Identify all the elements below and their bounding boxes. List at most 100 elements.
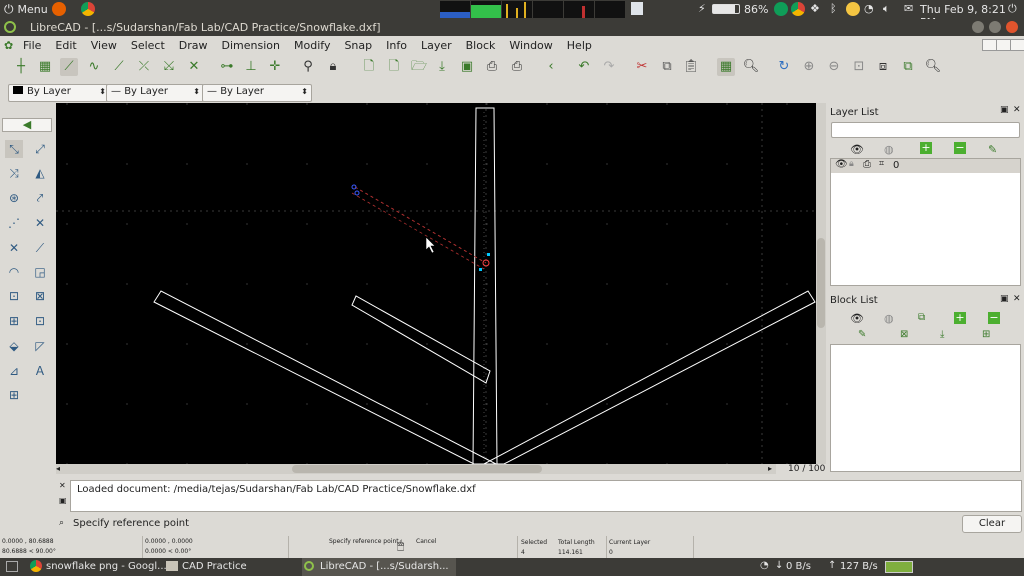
zoom-auto-icon[interactable]: ⊡ [850, 58, 868, 76]
vertical-scrollbar[interactable] [816, 103, 826, 464]
bluetooth-icon[interactable]: ᛒ [830, 2, 837, 15]
snap-middle-icon[interactable]: ⤫ [135, 58, 153, 76]
explode-icon[interactable]: ⬙ [5, 337, 23, 355]
save-as-icon[interactable]: ▣ [458, 58, 476, 76]
add-layer-icon[interactable]: + [920, 142, 932, 154]
snap-intersection-icon[interactable]: ✕ [185, 58, 203, 76]
bevel-icon[interactable]: ⋰ [5, 214, 23, 232]
paste-icon[interactable]: 📋︎ [682, 58, 700, 76]
copy-icon[interactable]: ⧉ [658, 58, 676, 76]
shutdown-icon[interactable]: ⏻ [1008, 2, 1017, 16]
redo-icon[interactable]: ↷ [600, 58, 618, 76]
chrome-tray-icon[interactable] [791, 2, 805, 16]
mirror-icon[interactable]: ◭ [31, 164, 49, 182]
chrome-icon[interactable] [81, 2, 95, 16]
taskbar-item-files[interactable]: CAD Practice [164, 558, 318, 576]
trim-icon[interactable]: ✕ [31, 214, 49, 232]
menu-snap[interactable]: Snap [337, 39, 379, 52]
menu-info[interactable]: Info [379, 39, 414, 52]
close-window-button[interactable] [1006, 21, 1018, 33]
layer-row[interactable]: 👁︎ 🔒︎ ⎙ ⌗ 0 [831, 159, 1020, 173]
zoom-out-icon[interactable]: ⊖ [825, 58, 843, 76]
hide-all-blocks-icon[interactable]: ◍ [884, 312, 894, 325]
select-entity-icon[interactable]: ⤡ [5, 140, 23, 158]
snap-distance-icon[interactable]: ⤩ [160, 58, 178, 76]
mdi-close-button[interactable] [1010, 39, 1024, 51]
undo-icon[interactable]: ↶ [575, 58, 593, 76]
layer-filter-input[interactable] [831, 122, 1020, 138]
zoom-previous-icon[interactable]: ⧈ [874, 58, 892, 76]
maximize-window-button[interactable] [989, 21, 1001, 33]
save-icon[interactable]: ⤓ [433, 58, 451, 76]
dropbox-tray-icon[interactable] [631, 2, 643, 15]
edit-block-icon[interactable]: ⊠ [900, 329, 908, 340]
trim-two-icon[interactable]: ✕ [5, 239, 23, 257]
show-desktop-icon[interactable] [6, 561, 18, 572]
dock-close-icon[interactable]: ✕ [1013, 294, 1021, 304]
move-rotate-icon[interactable]: Ａ [31, 362, 49, 380]
hide-all-layers-icon[interactable]: ◍ [884, 143, 894, 156]
back-arrow-icon[interactable]: ‹ [542, 58, 560, 76]
zoom-selection-icon[interactable]: ⧉ [899, 58, 917, 76]
selection-grip[interactable] [487, 253, 490, 256]
dropbox-icon[interactable]: ❖ [810, 2, 820, 15]
select-window-icon[interactable]: ⤢ [31, 140, 49, 158]
add-block-icon[interactable]: + [954, 312, 966, 324]
menu-dimension[interactable]: Dimension [215, 39, 287, 52]
menu-view[interactable]: View [84, 39, 124, 52]
scale-icon[interactable]: ⤤ [31, 189, 49, 207]
selection-grip[interactable] [479, 268, 482, 271]
attributes-icon[interactable]: ⊞ [5, 312, 23, 330]
rotate-icon[interactable]: ⊛ [5, 189, 23, 207]
zoom-window-icon[interactable]: 🔍︎ [742, 58, 760, 76]
scroll-right-icon[interactable]: ▸ [768, 464, 772, 473]
keyboard-icon[interactable]: ⚡ [698, 2, 706, 15]
menu-window[interactable]: Window [502, 39, 559, 52]
properties-icon[interactable]: ⊠ [31, 287, 49, 305]
restrict-orthogonal-icon[interactable]: ✛ [266, 58, 284, 76]
show-grid-icon[interactable]: ▦ [717, 58, 735, 76]
scroll-left-icon[interactable]: ◂ [56, 464, 60, 473]
menu-help[interactable]: Help [560, 39, 599, 52]
taskbar-item-librecad[interactable]: LibreCAD - [...s/Sudarsh... [302, 558, 456, 576]
dock-float-icon[interactable]: ▣ [1000, 294, 1009, 304]
rotate-two-icon[interactable]: ⊞ [5, 386, 23, 404]
show-all-layers-icon[interactable]: 👁︎ [850, 143, 864, 156]
rename-block-icon[interactable]: ✎ [858, 329, 866, 340]
horizontal-scroll-thumb[interactable] [292, 465, 542, 473]
round-icon[interactable]: ◲ [31, 263, 49, 281]
battery-icon[interactable] [712, 4, 740, 14]
command-dock-close-icon[interactable]: ✕ [59, 481, 66, 490]
weather-icon[interactable] [846, 2, 860, 16]
color-combo[interactable]: By Layer ⬍ [8, 84, 110, 102]
menu-modify[interactable]: Modify [287, 39, 337, 52]
new-from-template-icon[interactable]: 🗋 [385, 58, 403, 76]
zoom-pan-icon[interactable]: 🔍︎ [924, 58, 942, 76]
menu-draw[interactable]: Draw [172, 39, 215, 52]
redraw-icon[interactable]: ↻ [775, 58, 793, 76]
system-menu[interactable]: ⏻ Menu [4, 2, 48, 17]
workspace-switcher[interactable] [885, 561, 913, 573]
cut-icon[interactable]: ✂ [633, 58, 651, 76]
print-icon[interactable]: ⎙ [483, 58, 501, 76]
print-preview-icon[interactable]: ⎙ [508, 58, 526, 76]
edit-layer-icon[interactable]: ✎ [988, 143, 997, 156]
offset-icon[interactable]: ◠ [5, 263, 23, 281]
snap-endpoint-icon[interactable]: ⟋ [60, 58, 78, 76]
linewidth-combo[interactable]: — By Layer ⬍ [202, 84, 312, 102]
delete-icon[interactable]: ⊡ [31, 312, 49, 330]
snap-free-icon[interactable]: ┼ [12, 58, 30, 76]
divide-icon[interactable]: ◸ [31, 337, 49, 355]
snap-grid-icon[interactable]: ▦ [36, 58, 54, 76]
menu-edit[interactable]: Edit [48, 39, 83, 52]
explode-text-icon[interactable]: ⊿ [5, 362, 23, 380]
menu-layer[interactable]: Layer [414, 39, 459, 52]
snap-center-icon[interactable]: ⟋ [110, 58, 128, 76]
insert-block-icon[interactable]: ⊞ [982, 329, 990, 340]
menu-file[interactable]: File [16, 39, 48, 52]
menu-select[interactable]: Select [124, 39, 172, 52]
vertical-scroll-thumb[interactable] [817, 238, 825, 328]
mail-icon[interactable]: ✉ [904, 2, 913, 15]
dock-float-icon[interactable]: ▣ [1000, 105, 1009, 115]
open-file-icon[interactable]: 🗁 [410, 58, 428, 76]
